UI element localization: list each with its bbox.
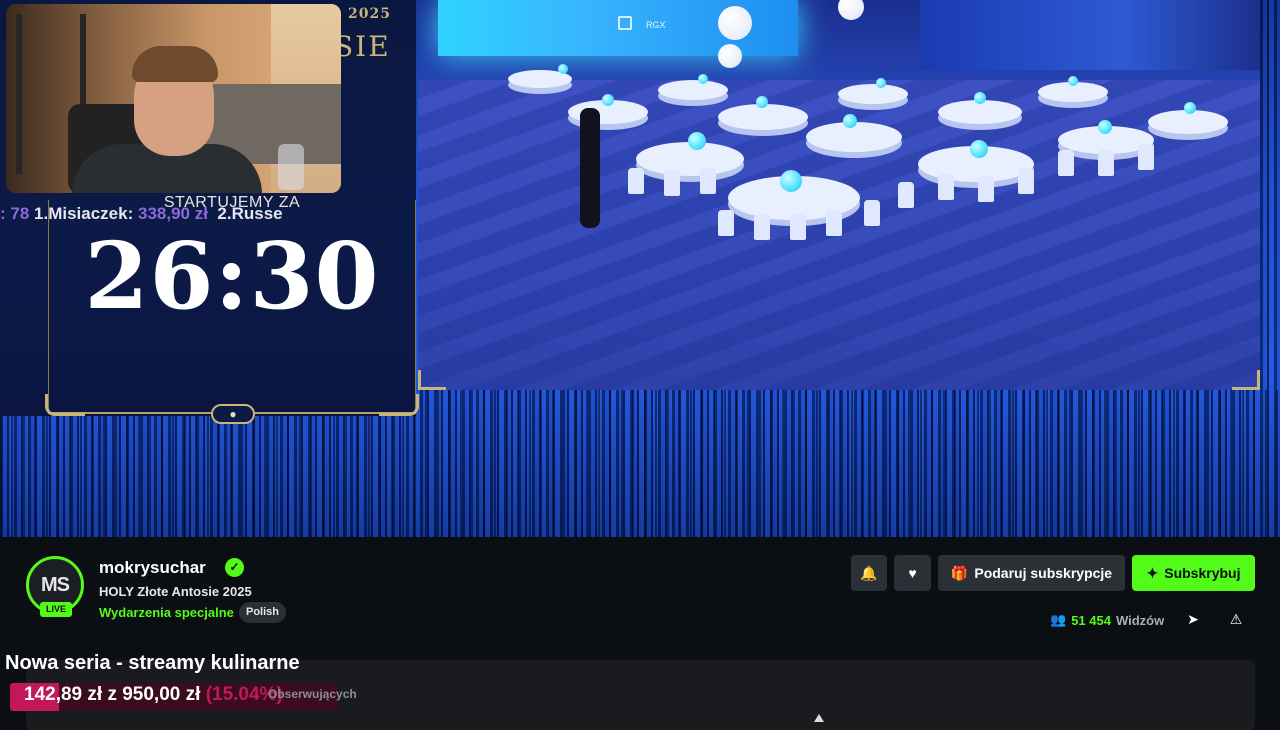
channel-info-bar: MS LIVE mokrysuchar ✓ HOLY Złote Antosie… — [0, 537, 1280, 730]
follow-button[interactable]: ♥ — [894, 555, 931, 591]
category-link[interactable]: Wydarzenia specjalne — [99, 605, 234, 620]
bell-icon: 🔔 — [860, 564, 878, 581]
streamer-name[interactable]: mokrysuchar — [99, 558, 206, 578]
viewer-count-value: 51 454 — [1071, 612, 1111, 628]
poster-word: SIE — [334, 30, 391, 63]
microphone-icon: ● — [211, 404, 255, 424]
subscribe-button[interactable]: ✦ Subskrybuj — [1132, 555, 1255, 591]
ticker-first-amount: 338,90 zł — [138, 204, 208, 223]
heart-icon: ♥ — [908, 565, 917, 581]
live-badge: LIVE — [40, 602, 72, 617]
followers-label: Obserwujących — [268, 687, 357, 701]
share-icon[interactable]: ➤ — [1184, 611, 1202, 629]
countdown-timer: 26:30 — [84, 222, 380, 330]
mouse-cursor-icon — [814, 714, 824, 722]
goal-text: 142,89 zł z 950,00 zł (15.04%) — [24, 684, 283, 706]
popout-icon[interactable] — [618, 16, 632, 30]
webcam-feed — [6, 4, 341, 193]
video-player[interactable]: 2025 SIE ● STARTUJEMY ZA : 78 1.Misiacze… — [0, 0, 1280, 537]
viewer-count-label: Widzów — [1115, 612, 1165, 628]
viewers-icon: 👥 — [1050, 612, 1067, 627]
section-title: Nowa seria - streamy kulinarne — [5, 652, 300, 674]
poster-year: 2025 — [348, 6, 391, 22]
venue-staff-person — [580, 108, 600, 228]
sparkle-icon: ✦ — [1146, 564, 1159, 581]
event-venue-feed: RGX — [418, 0, 1260, 390]
ticker-second-name: 2.Russe — [217, 204, 283, 223]
goal-amount: 142,89 zł z 950,00 zł — [24, 684, 201, 705]
stage-logo: RGX — [646, 20, 666, 30]
ticker-prefix: : 78 — [0, 204, 30, 223]
gift-subscription-label: Podaruj subskrypcje — [974, 565, 1113, 581]
language-tag[interactable]: Polish — [239, 602, 287, 623]
stream-title: HOLY Złote Antosie 2025 — [99, 584, 252, 599]
ticker-first-name: 1.Misiaczek: — [34, 204, 134, 223]
notifications-button[interactable]: 🔔 — [851, 555, 887, 591]
report-warning-icon[interactable]: ⚠ — [1227, 611, 1245, 629]
subscribe-label: Subskrybuj — [1164, 565, 1241, 581]
frame-ornament-right — [379, 394, 419, 416]
verified-check-icon: ✓ — [225, 558, 244, 577]
gift-icon: 🎁 — [950, 564, 969, 581]
frame-ornament-left — [45, 394, 85, 416]
viewer-count: 👥 51 454 Widzów — [1050, 611, 1164, 629]
gift-subscription-button[interactable]: 🎁 Podaruj subskrypcje — [938, 555, 1125, 591]
